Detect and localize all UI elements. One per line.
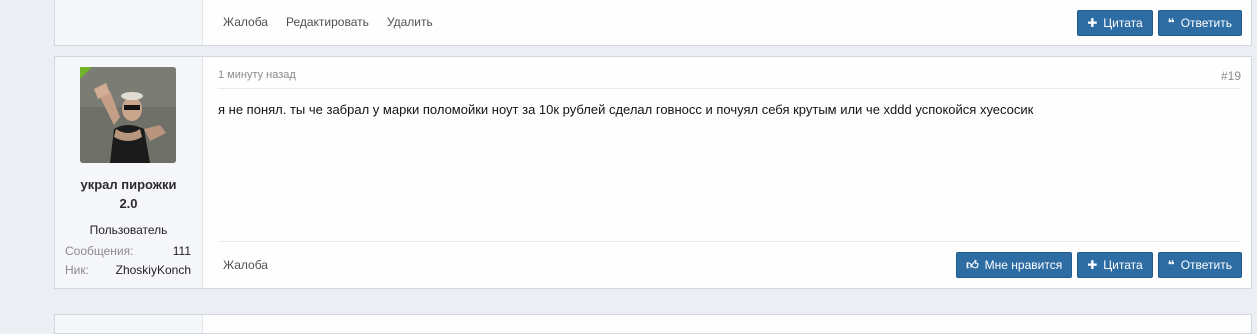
thumbs-up-icon: 👍︎	[966, 258, 979, 272]
post-content: 1 минуту назад #19 я не понял. ты че заб…	[203, 57, 1251, 288]
quote-icon: ❝	[1167, 16, 1175, 30]
delete-link[interactable]: Удалить	[387, 15, 433, 29]
like-button-label: Мне нравится	[984, 258, 1063, 272]
edit-link[interactable]: Редактировать	[286, 15, 369, 29]
avatar[interactable]	[80, 67, 176, 163]
previous-post: Жалоба Редактировать Удалить ✚ Цитата ❝ …	[54, 0, 1252, 46]
quote-button-label: Цитата	[1103, 16, 1143, 30]
like-button[interactable]: 👍︎ Мне нравится	[956, 252, 1073, 278]
forum-post: украл пирожки 2.0 Пользователь Сообщения…	[54, 56, 1252, 289]
reply-button-label: Ответить	[1180, 16, 1232, 30]
username[interactable]: украл пирожки 2.0	[55, 175, 202, 213]
plus-icon: ✚	[1087, 258, 1098, 272]
online-indicator	[80, 67, 92, 79]
quote-button[interactable]: ✚ Цитата	[1077, 252, 1153, 278]
quote-button[interactable]: ✚ Цитата	[1077, 10, 1153, 36]
username-line1: украл пирожки	[80, 177, 177, 192]
post-buttons: 👍︎ Мне нравится ✚ Цитата ❝ Ответить	[956, 252, 1242, 278]
post-message: я не понял. ты че забрал у марки поломой…	[218, 102, 1034, 117]
stat-messages: Сообщения: 111	[65, 244, 191, 258]
reply-button[interactable]: ❝ Ответить	[1157, 252, 1242, 278]
stat-nick: Ник: ZhoskiyKonch	[65, 263, 191, 277]
avatar-image	[80, 67, 176, 163]
messages-label: Сообщения:	[65, 244, 134, 258]
user-title: Пользователь	[89, 223, 168, 237]
quote-button-label: Цитата	[1103, 258, 1143, 272]
previous-post-links: Жалоба Редактировать Удалить	[223, 15, 433, 29]
nick-label: Ник:	[65, 263, 89, 277]
post-date[interactable]: 1 минуту назад	[218, 69, 296, 81]
messages-value: 111	[172, 244, 191, 258]
reply-button[interactable]: ❝ Ответить	[1157, 10, 1242, 36]
reply-button-label: Ответить	[1180, 258, 1232, 272]
post-number[interactable]: #19	[1221, 69, 1241, 83]
next-post-userpanel	[55, 315, 203, 333]
meta-divider	[218, 88, 1241, 89]
next-post	[54, 314, 1252, 334]
post-links: Жалоба	[223, 258, 268, 272]
nick-value: ZhoskiyKonch	[115, 263, 191, 277]
user-panel: украл пирожки 2.0 Пользователь Сообщения…	[55, 57, 203, 288]
plus-icon: ✚	[1087, 16, 1098, 30]
previous-post-content: Жалоба Редактировать Удалить ✚ Цитата ❝ …	[203, 0, 1251, 45]
quote-icon: ❝	[1167, 258, 1175, 272]
previous-post-buttons: ✚ Цитата ❝ Ответить	[1077, 10, 1242, 36]
footer-divider	[218, 241, 1241, 242]
report-link[interactable]: Жалоба	[223, 15, 268, 29]
previous-post-userpanel	[55, 0, 203, 45]
username-line2: 2.0	[119, 196, 138, 211]
report-link[interactable]: Жалоба	[223, 258, 268, 272]
